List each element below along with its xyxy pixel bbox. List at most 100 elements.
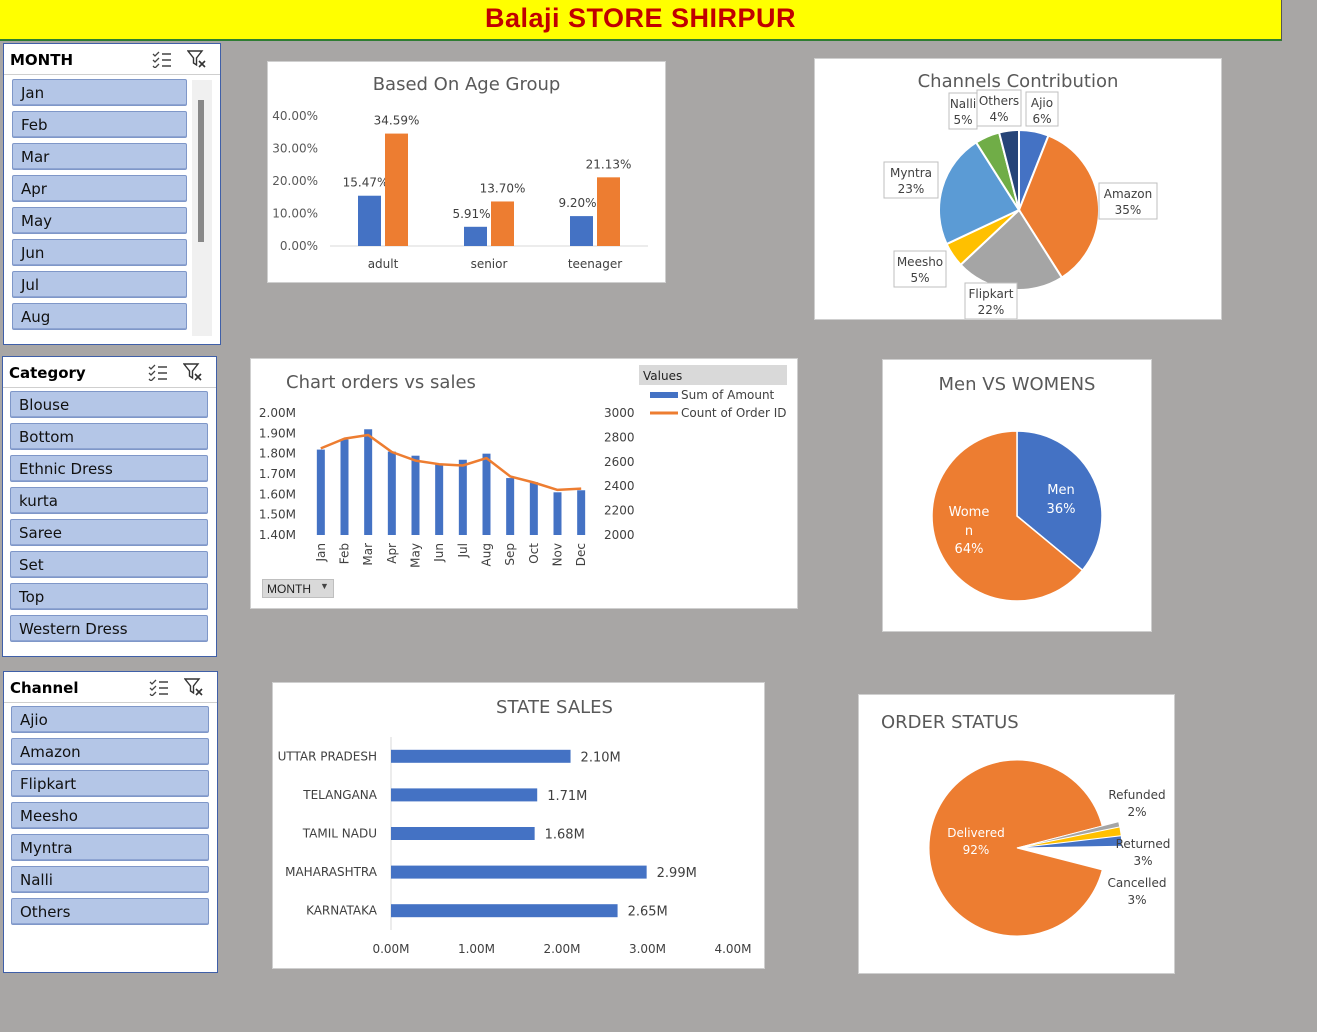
- slicer-item-blouse[interactable]: Blouse: [10, 391, 208, 418]
- slice-value-label: 23%: [898, 182, 925, 196]
- slice-value-label: 5%: [953, 113, 972, 127]
- slicer-item-feb[interactable]: Feb: [12, 111, 187, 138]
- state-sales-chart: STATE SALES UTTAR PRADESH 2.10M TELANGANA 1…: [272, 682, 765, 969]
- x-tick-label: 2.00M: [543, 942, 580, 956]
- slicer-item-flipkart[interactable]: Flipkart: [11, 770, 209, 797]
- slicer-item-others[interactable]: Others: [11, 898, 209, 925]
- dropdown-arrow-icon: ▼: [320, 581, 329, 591]
- slicer-item-ethnic-dress[interactable]: Ethnic Dress: [10, 455, 208, 482]
- category-label: KARNATAKA: [306, 904, 378, 918]
- right-axis-tick: 2600: [604, 455, 635, 469]
- scrollbar-thumb[interactable]: [198, 100, 204, 242]
- slicer-item-kurta[interactable]: kurta: [10, 487, 208, 514]
- slicer-item-label: kurta: [19, 492, 58, 510]
- multi-select-icon[interactable]: [148, 363, 168, 382]
- month-filter-button[interactable]: MONTH ▼: [262, 579, 334, 598]
- slicer-category[interactable]: Category Blouse Bottom Ethnic Dress kurta Sar…: [2, 356, 217, 657]
- bar: [391, 788, 538, 802]
- slicer-item-jul[interactable]: Jul: [12, 271, 187, 298]
- clear-filter-icon[interactable]: [182, 363, 203, 381]
- category-label: Nov: [551, 543, 565, 566]
- y-tick-label: 0.00%: [280, 239, 318, 253]
- slicer-item-label: Bottom: [19, 428, 75, 446]
- x-tick-label: 4.00M: [714, 942, 751, 956]
- slicer-item-amazon[interactable]: Amazon: [11, 738, 209, 765]
- slicer-item-meesho[interactable]: Meesho: [11, 802, 209, 829]
- slicer-item-set[interactable]: Set: [10, 551, 208, 578]
- slice-name-label: Men: [1047, 483, 1074, 498]
- channels-contribution-chart: Channels Contribution Ajio 6% Amazon 35% Fli…: [814, 58, 1222, 320]
- scrollbar-track[interactable]: [192, 80, 212, 336]
- category-label: Apr: [385, 543, 399, 564]
- data-label: 5.91%: [452, 207, 490, 221]
- bar: [458, 459, 467, 535]
- slicer-item-may[interactable]: May: [12, 207, 187, 234]
- slicer-title: MONTH: [10, 51, 74, 69]
- slicer-title: Category: [9, 364, 86, 382]
- slicer-item-label: Western Dress: [19, 620, 128, 638]
- slicer-item-myntra[interactable]: Myntra: [11, 834, 209, 861]
- right-axis-tick: 3000: [604, 406, 635, 420]
- slicer-item-mar[interactable]: Mar: [12, 143, 187, 170]
- orders-vs-sales-chart: Chart orders vs sales 1.40M 1.50M 1.60M 1.7…: [250, 358, 798, 609]
- bar: [411, 455, 420, 535]
- filter-label: MONTH: [267, 582, 311, 596]
- slice-value-label: 2%: [1127, 805, 1146, 819]
- slicer-item-label: Ethnic Dress: [19, 460, 113, 478]
- multi-select-icon[interactable]: [149, 678, 169, 697]
- slicer-item-ajio[interactable]: Ajio: [11, 706, 209, 733]
- x-tick-label: 0.00M: [372, 942, 409, 956]
- bar: [391, 827, 535, 840]
- bar: [435, 463, 444, 535]
- slicer-item-western-dress[interactable]: Western Dress: [10, 615, 208, 642]
- slicer-item-label: Saree: [19, 524, 63, 542]
- left-axis-tick: 1.50M: [259, 508, 296, 522]
- slicer-item-saree[interactable]: Saree: [10, 519, 208, 546]
- slicer-month[interactable]: MONTH Jan Feb Mar Apr May Jun Jul Aug: [3, 43, 221, 345]
- slicer-header: MONTH: [4, 44, 220, 75]
- slicer-item-label: Flipkart: [20, 775, 77, 793]
- bar: [597, 177, 620, 246]
- slicer-item-aug[interactable]: Aug: [12, 303, 187, 330]
- legend-swatch: [650, 392, 678, 398]
- data-label: 13.70%: [480, 181, 526, 195]
- clear-filter-icon[interactable]: [183, 678, 204, 696]
- bar: [391, 904, 618, 918]
- slicer-channel[interactable]: Channel Ajio Amazon Flipkart Meesho Myntra Nal…: [3, 671, 218, 973]
- data-label: 15.47%: [343, 176, 389, 190]
- multi-select-icon[interactable]: [152, 50, 172, 69]
- category-label: TELANGANA: [302, 788, 378, 802]
- data-label: 21.13%: [586, 157, 632, 171]
- clear-filter-icon[interactable]: [186, 50, 207, 68]
- bar: [358, 195, 381, 246]
- bar: [491, 201, 514, 246]
- slicer-item-jan[interactable]: Jan: [12, 79, 187, 106]
- slice-value-label: 6%: [1032, 112, 1051, 126]
- slicer-item-bottom[interactable]: Bottom: [10, 423, 208, 450]
- slicer-item-jun[interactable]: Jun: [12, 239, 187, 266]
- slicer-item-label: Jul: [21, 276, 40, 294]
- category-label: Aug: [480, 543, 494, 566]
- category-label: Sep: [503, 543, 517, 566]
- slice-name-label: Ajio: [1031, 96, 1053, 110]
- slice-value-label: 3%: [1127, 893, 1146, 907]
- slice-value-label: 64%: [955, 542, 984, 557]
- bar: [506, 478, 515, 535]
- slicer-item-label: Myntra: [20, 839, 73, 857]
- slicer-item-label: Amazon: [20, 743, 81, 761]
- slice-value-label: 3%: [1133, 854, 1152, 868]
- slicer-item-nalli[interactable]: Nalli: [11, 866, 209, 893]
- slicer-item-apr[interactable]: Apr: [12, 175, 187, 202]
- category-label: TAMIL NADU: [302, 827, 377, 841]
- slice-value-label: 36%: [1047, 502, 1076, 517]
- dashboard-title: Balaji STORE SHIRPUR: [484, 3, 797, 33]
- category-label: Mar: [361, 543, 375, 566]
- slicer-item-label: Mar: [21, 148, 50, 166]
- y-tick-label: 40.00%: [272, 109, 318, 123]
- bar: [385, 133, 408, 246]
- slicer-item-top[interactable]: Top: [10, 583, 208, 610]
- slicer-title: Channel: [10, 679, 79, 697]
- slice-name-label: Others: [979, 94, 1019, 108]
- bar: [364, 429, 373, 535]
- slice-value-label: 22%: [978, 303, 1005, 317]
